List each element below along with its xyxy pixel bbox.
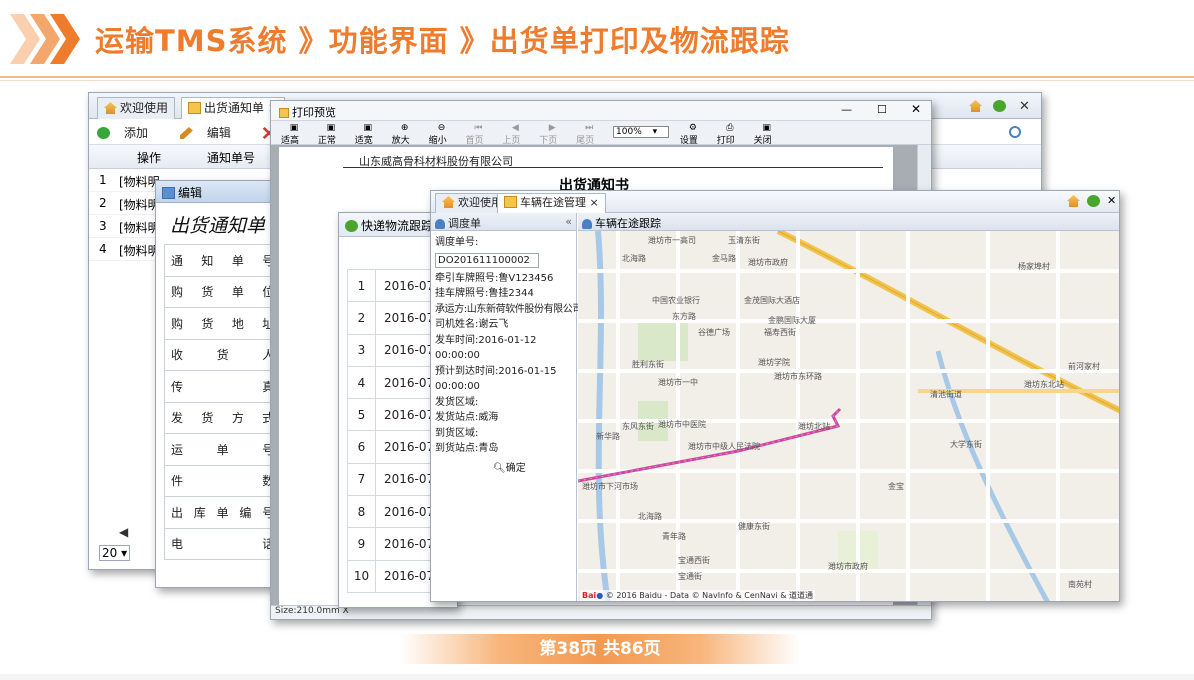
print-titlebar: 打印预览 — ☐ ✕ <box>271 101 931 121</box>
close-icon[interactable]: ✕ <box>1019 99 1030 114</box>
search-icon[interactable] <box>1009 125 1035 139</box>
collapse-icon[interactable]: « <box>565 215 572 228</box>
home-icon <box>104 102 117 114</box>
scroll-left-icon[interactable]: ◀ <box>119 525 128 539</box>
prev-page-button[interactable]: ◀ 上页 <box>502 123 528 146</box>
tab-bar: 欢迎使用 车辆在途管理 × ✕ <box>431 191 1119 213</box>
settings-button[interactable]: ⚙ 设置 <box>680 123 706 146</box>
dispatch-panel-header: 调度单 « <box>431 213 576 231</box>
confirm-button[interactable]: 🔍︎确定 <box>493 461 572 477</box>
slide: 运输TMS系统 》功能界面 》出货单打印及物流跟踪 欢迎使用 出货通知单 × ✕… <box>0 0 1194 680</box>
map-roads <box>578 231 1119 601</box>
field-label: 传真 <box>163 370 282 403</box>
page-indicator: 第38页 共86页 <box>400 634 800 664</box>
dispatch-panel: 调度单 « 调度单号: DO201611100002 牵引车牌照号:鲁V12345… <box>431 213 582 601</box>
fit-height-button[interactable]: ▣ 适高 <box>281 123 307 146</box>
fit-width-button[interactable]: ▣ 适宽 <box>355 123 381 146</box>
add-icon <box>97 127 110 139</box>
column-header-notice-no: 通知单号 <box>207 151 256 165</box>
close-icon[interactable]: ✕ <box>1107 194 1116 207</box>
zoom-in-button[interactable]: ⊕ 放大 <box>392 123 418 146</box>
paper-rule <box>343 167 883 168</box>
chevron-decoration-icon <box>10 14 80 64</box>
field-label: 出库单编号 <box>163 496 282 529</box>
leaf-icon[interactable] <box>993 99 1009 114</box>
footer-band <box>0 674 1194 680</box>
tab-vehicle-management[interactable]: 车辆在途管理 × <box>497 193 606 213</box>
print-button[interactable]: ⎙ 打印 <box>717 123 743 146</box>
dispatch-number-input[interactable]: DO201611100002 <box>435 252 539 268</box>
edit-button[interactable]: 编辑 <box>179 126 245 140</box>
home-icon[interactable] <box>1067 195 1083 208</box>
map-view[interactable]: 潍坊市一高司 北海路 金马路 潍坊市政府 玉清东街 东方路 中国农业银行 金茂国… <box>578 231 1119 601</box>
baidu-logo-icon: Bai <box>582 591 597 600</box>
last-page-button[interactable]: ⏭ 尾页 <box>576 123 602 146</box>
dispatch-details: 调度单号: DO201611100002 牵引车牌照号:鲁V123456 挂车牌… <box>431 231 582 480</box>
leaf-icon[interactable] <box>1087 195 1103 208</box>
edit-icon <box>162 187 175 199</box>
field-label: 发货方式 <box>163 401 282 434</box>
home-icon <box>442 196 455 208</box>
header-divider-light <box>0 80 1194 81</box>
minimize-icon[interactable]: — <box>841 103 852 116</box>
field-label: 电话 <box>163 527 282 560</box>
column-header-action: 操作 <box>137 151 162 165</box>
print-icon <box>279 108 289 118</box>
page-title: 运输TMS系统 》功能界面 》出货单打印及物流跟踪 <box>95 24 790 58</box>
search-icon: 🔍︎ <box>493 462 506 474</box>
page-size-select[interactable]: 20 ▾ <box>99 545 131 561</box>
close-icon[interactable]: ✕ <box>911 102 921 116</box>
user-icon <box>582 219 592 229</box>
field-label: 收货人 <box>163 338 282 371</box>
user-icon <box>435 219 445 229</box>
tracking-panel: 车辆在途跟踪 潍坊市一高司 北海路 金马路 潍坊市政府 玉清东街 东方路 中国农… <box>578 213 1119 601</box>
edit-icon <box>179 127 193 139</box>
refresh-icon <box>345 220 358 232</box>
home-icon[interactable] <box>969 99 985 114</box>
tracking-panel-header: 车辆在途跟踪 <box>578 213 1119 231</box>
vehicle-tracking-window: 欢迎使用 车辆在途管理 × ✕ 调度单 « 调度单号: DO20161110000… <box>430 190 1120 602</box>
zoom-select[interactable]: 100% ▾ <box>613 126 670 138</box>
field-label: 通知单号 <box>163 244 282 277</box>
chevron-down-icon: ▾ <box>121 546 128 560</box>
print-toolbar: ▣ 适高 ▣ 正常 ▣ 适宽 ⊕ 放大 ⊖ 缩小 ⏮ 首页 ◀ 上页 ▶ 下页 ⏭ 尾页 100%… <box>271 121 931 146</box>
field-label: 件数 <box>163 464 282 497</box>
normal-size-button[interactable]: ▣ 正常 <box>318 123 344 146</box>
field-label: 运单号 <box>163 433 282 466</box>
field-label: 购货地址 <box>163 307 282 340</box>
close-button[interactable]: ▣ 关闭 <box>754 123 780 146</box>
field-label: 购货单位 <box>163 275 282 308</box>
maximize-icon[interactable]: ☐ <box>877 103 887 116</box>
map-attribution: Bai● © 2016 Baidu - Data © NavInfo & Cen… <box>580 590 815 601</box>
document-icon <box>504 196 517 208</box>
header-divider <box>0 76 1194 78</box>
add-button[interactable]: 添加 <box>97 126 162 140</box>
first-page-button[interactable]: ⏮ 首页 <box>465 123 491 146</box>
zoom-out-button[interactable]: ⊖ 缩小 <box>429 123 455 146</box>
document-icon <box>188 102 201 114</box>
paw-icon: ● <box>596 591 604 600</box>
tab-welcome[interactable]: 欢迎使用 <box>97 97 176 119</box>
next-page-button[interactable]: ▶ 下页 <box>539 123 565 146</box>
